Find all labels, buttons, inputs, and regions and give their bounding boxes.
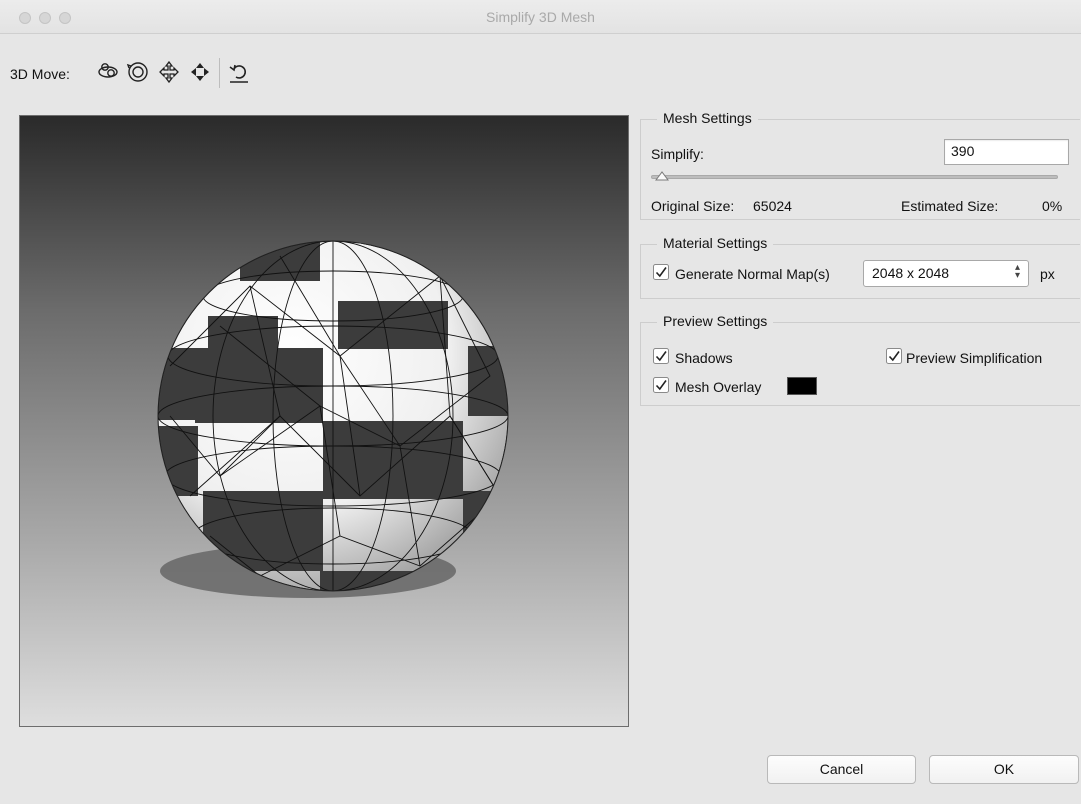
normal-map-checkbox[interactable] xyxy=(653,264,669,280)
shadows-label: Shadows xyxy=(675,350,733,366)
preview-settings-title: Preview Settings xyxy=(657,313,774,329)
ok-button[interactable]: OK xyxy=(929,755,1079,784)
reset-view-icon[interactable] xyxy=(227,58,251,86)
mesh-settings-group: Mesh Settings Simplify: 390 Original Siz… xyxy=(640,110,1080,220)
material-settings-group: Material Settings Generate Normal Map(s)… xyxy=(640,235,1080,299)
toolbar-label: 3D Move: xyxy=(10,66,70,82)
resolution-unit: px xyxy=(1040,266,1055,282)
simplify-label: Simplify: xyxy=(651,146,704,162)
resolution-select[interactable]: 2048 x 2048 ▴ ▾ xyxy=(863,260,1029,287)
pan-icon[interactable] xyxy=(157,58,181,86)
mesh-overlay-color-swatch[interactable] xyxy=(787,377,817,395)
mesh-settings-title: Mesh Settings xyxy=(657,110,758,126)
original-size-value: 65024 xyxy=(753,198,792,214)
shadows-checkbox[interactable] xyxy=(653,348,669,364)
preview-settings-group: Preview Settings Shadows Preview Simplif… xyxy=(640,313,1080,406)
simplify-slider-track[interactable] xyxy=(651,175,1058,179)
material-settings-title: Material Settings xyxy=(657,235,774,251)
window-title: Simplify 3D Mesh xyxy=(486,9,595,25)
roll-icon[interactable] xyxy=(126,58,150,86)
original-size-label: Original Size: xyxy=(651,198,735,214)
simplify-input[interactable]: 390 xyxy=(944,139,1069,165)
normal-map-label: Generate Normal Map(s) xyxy=(675,266,830,282)
toolbar-separator xyxy=(219,58,220,88)
sphere-preview xyxy=(157,240,509,598)
cancel-button[interactable]: Cancel xyxy=(767,755,916,784)
estimated-size-label: Estimated Size: xyxy=(901,198,999,214)
preview-simplification-checkbox[interactable] xyxy=(886,348,902,364)
resolution-selected-value: 2048 x 2048 xyxy=(872,265,950,281)
simplify-slider-thumb[interactable] xyxy=(655,171,670,181)
slide-icon[interactable] xyxy=(188,58,212,86)
title-bar: Simplify 3D Mesh xyxy=(0,0,1081,34)
select-arrows-icon: ▴ ▾ xyxy=(1014,262,1020,281)
3d-preview-viewport[interactable] xyxy=(19,115,629,727)
mesh-overlay-checkbox[interactable] xyxy=(653,377,669,393)
mesh-overlay-label: Mesh Overlay xyxy=(675,379,762,395)
estimated-size-value: 0% xyxy=(1042,198,1063,214)
orbit-icon[interactable] xyxy=(96,58,120,86)
preview-simplification-label: Preview Simplification xyxy=(906,350,1043,366)
